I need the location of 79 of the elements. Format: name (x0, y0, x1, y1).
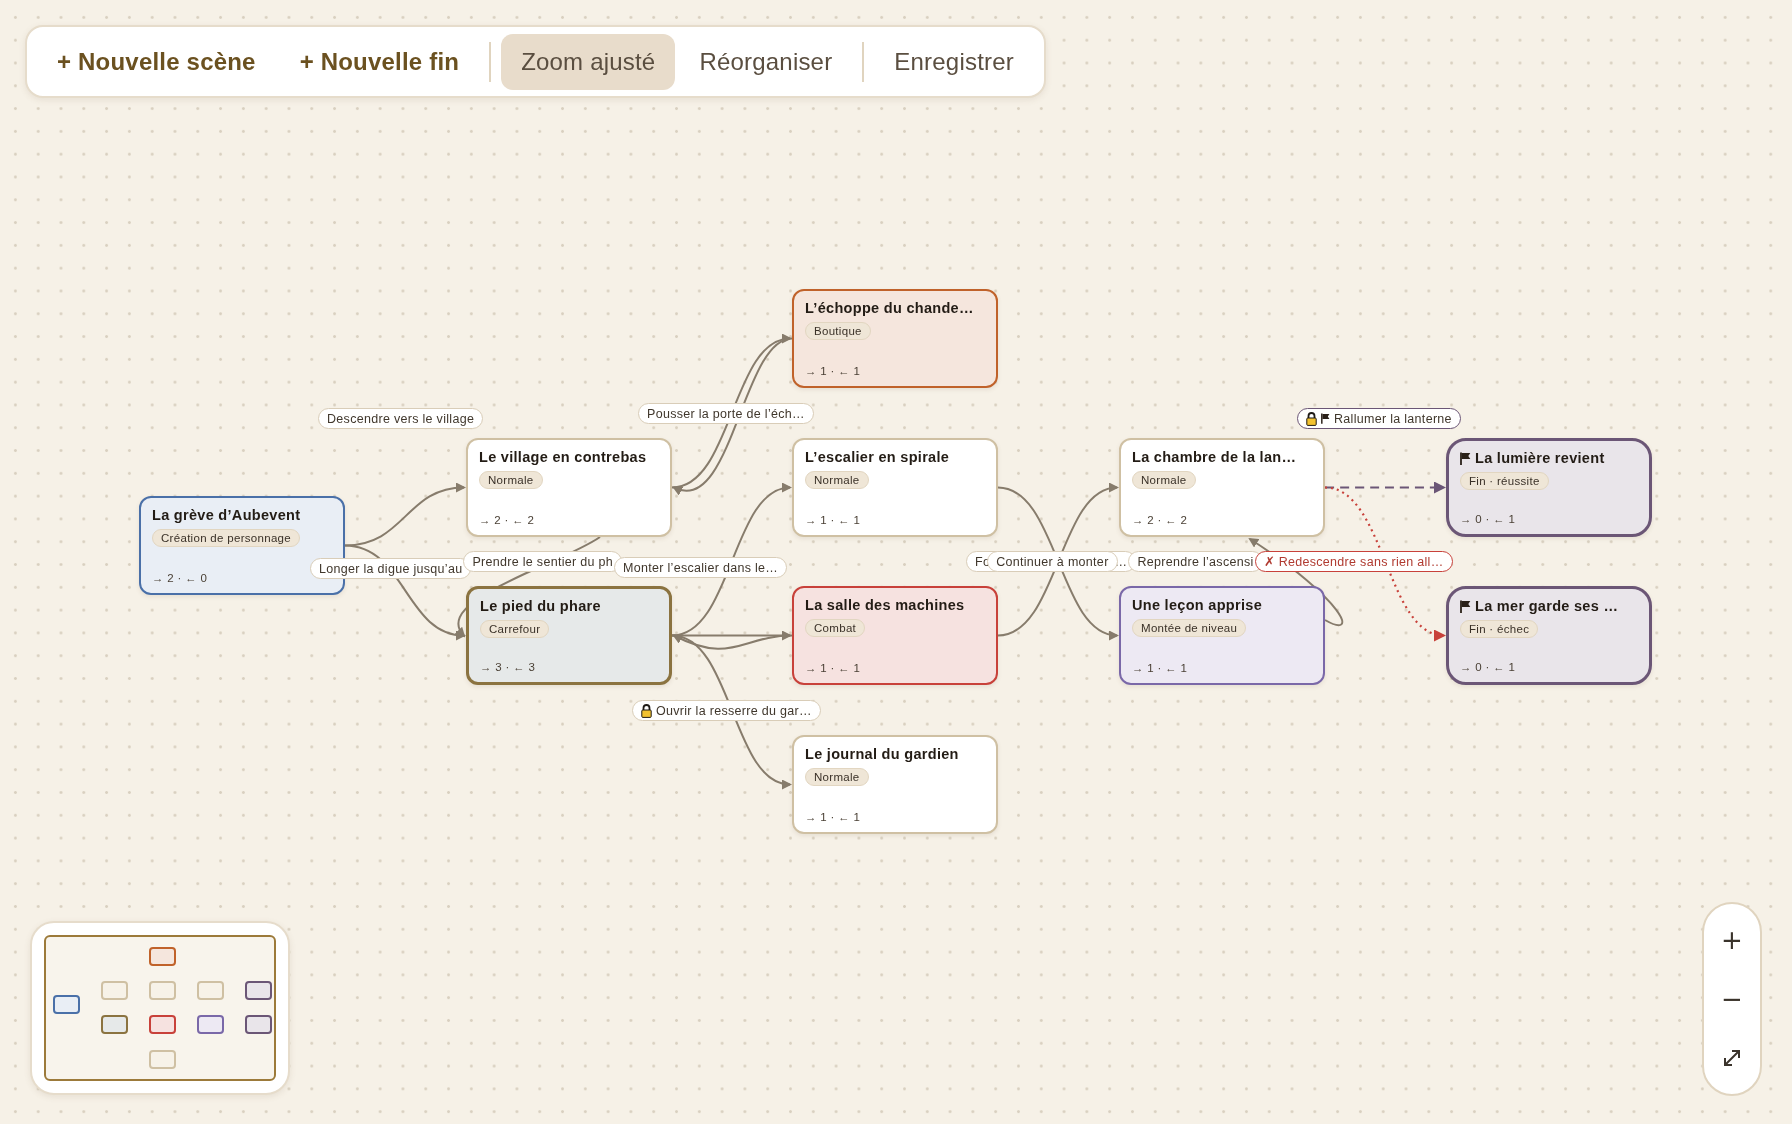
minimap-node (197, 981, 225, 1001)
minimap-node (53, 994, 80, 1014)
scene-title: L’échoppe du chande… (805, 300, 974, 316)
expand-icon (1722, 1048, 1742, 1069)
scene-card[interactable]: Le journal du gardien Normale → 1 · ← 1 (792, 735, 998, 834)
scene-stats: → 2 · ← 2 (1132, 514, 1189, 526)
scene-title: Une leçon apprise (1132, 597, 1262, 613)
toolbar-button[interactable]: + Nouvelle scène (37, 33, 276, 90)
edge-label: Monter l’escalier dans le… (623, 560, 779, 575)
minimap-node (245, 981, 273, 1001)
edge-label: Prendre le sentier du ph (472, 554, 614, 569)
scene-tag: Normale (1132, 471, 1196, 489)
scene-title: La chambre de la lan… (1132, 449, 1297, 465)
scene-tag: Fin · échec (1460, 620, 1539, 638)
scene-title: La salle des machines (805, 597, 965, 613)
scene-card[interactable]: La chambre de la lan… Normale → 2 · ← 2 (1119, 438, 1325, 537)
padlock-icon (641, 703, 652, 718)
scene-stats: → 0 · ← 1 (1460, 513, 1517, 525)
scene-title: Le journal du gardien (805, 746, 959, 762)
edge-label-ellipsis: … (1114, 554, 1128, 569)
edge-label: Descendre vers le village (327, 411, 475, 426)
scene-title: Le pied du phare (480, 598, 601, 614)
scene-stats: → 1 · ← 1 (1132, 662, 1189, 674)
minimap-node (101, 981, 129, 1001)
zoom-in-button[interactable]: + (1710, 917, 1754, 962)
edge-label: Continuer à monter (996, 554, 1109, 569)
scene-tag: Combat (805, 619, 866, 637)
scene-card[interactable]: Le village en contrebas Normale → 2 · ← 2 (466, 438, 672, 537)
edge-label: Rallumer la lanterne (1334, 411, 1452, 426)
padlock-icon (1306, 411, 1317, 426)
scene-stats: → 1 · ← 1 (805, 365, 862, 377)
scene-tag: Normale (479, 471, 543, 489)
scene-card[interactable]: Une leçon apprise Montée de niveau → 1 · ← 1 (1119, 586, 1325, 685)
zoom-out-button[interactable]: − (1710, 977, 1754, 1021)
scene-card[interactable]: L’escalier en spirale Normale → 1 · ← 1 (792, 438, 998, 537)
minimap-node (245, 1015, 273, 1035)
scene-card[interactable]: La lumière revient Fin · réussite → 0 · ← 1 (1446, 438, 1652, 537)
minimap-node (149, 947, 176, 966)
minimap[interactable] (30, 921, 290, 1095)
scene-stats: → 1 · ← 1 (805, 514, 862, 526)
scene-tag: Normale (805, 471, 869, 489)
minimap-viewport[interactable] (44, 935, 276, 1081)
scene-stats: → 0 · ← 1 (1460, 661, 1517, 673)
scene-title: La grève d’Aubevent (152, 507, 301, 523)
toolbar-button[interactable]: Zoom ajusté (501, 33, 676, 90)
scene-stats: → 1 · ← 1 (805, 811, 862, 823)
flag-icon (1460, 599, 1471, 613)
edge-label: Pousser la porte de l’éch… (647, 406, 805, 421)
flag-icon (1321, 413, 1330, 424)
scene-tag: Normale (805, 768, 869, 786)
flag-icon (1460, 451, 1471, 465)
minimap-node (101, 1015, 129, 1035)
scene-stats: → 3 · ← 3 (480, 661, 537, 673)
scene-title: La mer garde ses … (1475, 598, 1619, 614)
toolbar-button[interactable]: + Nouvelle fin (279, 33, 480, 90)
minimap-node (149, 981, 176, 1001)
scene-tag: Montée de niveau (1132, 619, 1247, 637)
scene-tag: Création de personnage (152, 529, 300, 547)
edge-label: ✗ Redescendre sans rien all… (1263, 554, 1444, 569)
scene-card[interactable]: Le pied du phare Carrefour → 3 · ← 3 (466, 586, 672, 685)
scene-tag: Boutique (805, 322, 871, 340)
minimap-node (149, 1049, 176, 1069)
scene-stats: → 1 · ← 1 (805, 662, 862, 674)
edge-label: Reprendre l’ascensi (1137, 554, 1254, 569)
scene-title: Le village en contrebas (479, 449, 647, 465)
scene-card[interactable]: La mer garde ses … Fin · échec → 0 · ← 1 (1446, 586, 1652, 685)
scene-stats: → 2 · ← 2 (479, 514, 536, 526)
toolbar-button[interactable]: Enregistrer (874, 33, 1034, 90)
scene-stats: → 2 · ← 0 (152, 572, 209, 584)
edge-label: Ouvrir la resserre du gar… (656, 703, 812, 718)
minimap-node (197, 1015, 225, 1035)
scene-tag: Fin · réussite (1460, 472, 1549, 490)
scene-card[interactable]: La salle des machines Combat → 1 · ← 1 (792, 586, 998, 685)
toolbar-button[interactable]: Réorganiser (679, 33, 853, 90)
scene-tag: Carrefour (480, 620, 550, 638)
minimap-node (149, 1015, 176, 1035)
scene-title: L’escalier en spirale (805, 449, 950, 465)
scene-card[interactable]: L’échoppe du chande… Boutique → 1 · ← 1 (792, 289, 998, 388)
scene-title: La lumière revient (1475, 450, 1605, 466)
